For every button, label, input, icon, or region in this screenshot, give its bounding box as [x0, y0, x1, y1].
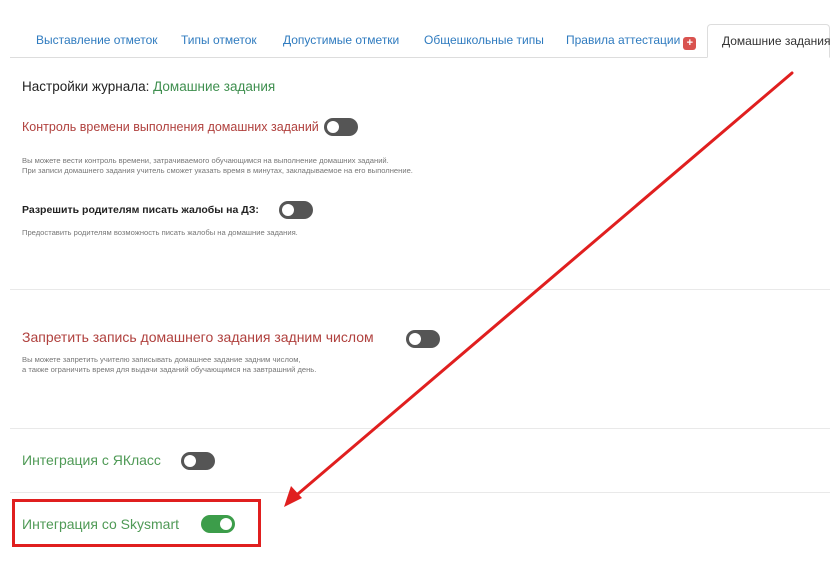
annotation-arrow-icon [284, 71, 794, 507]
